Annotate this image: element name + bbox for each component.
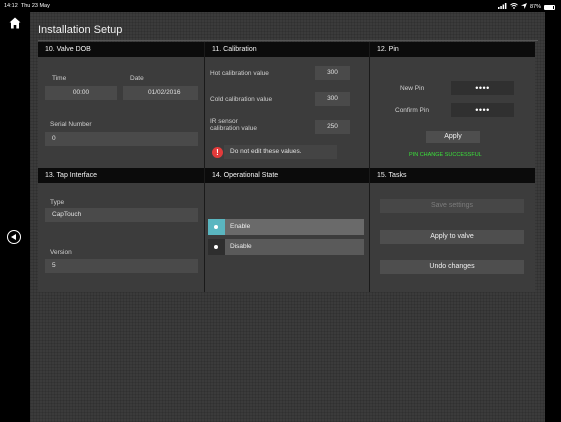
undo-changes-button[interactable]: Undo changes [380, 260, 524, 274]
section-header-pin: 12. Pin [370, 42, 535, 57]
disable-label: Disable [230, 243, 252, 250]
section-header-valve-dob: 10. Valve DOB [38, 42, 204, 57]
status-bar: 14:12 Thu 23 May 87% [0, 0, 561, 12]
serial-number-label: Serial Number [50, 121, 92, 128]
new-pin-label: New Pin [400, 85, 425, 92]
apply-to-valve-button[interactable]: Apply to valve [380, 230, 524, 244]
signal-icon [497, 3, 507, 11]
title-divider [38, 40, 538, 41]
section-header-tasks: 15. Tasks [370, 168, 535, 183]
pin-status-text: PIN CHANGE SUCCESSFUL [409, 152, 482, 158]
back-arrow-icon[interactable] [7, 230, 21, 244]
cold-calibration-label: Cold calibration value [210, 96, 273, 103]
status-time: 14:12 Thu 23 May [4, 3, 50, 9]
page-title: Installation Setup [38, 24, 123, 36]
calibration-warning-text: Do not edit these values. [224, 145, 337, 159]
ir-calibration-field[interactable]: 250 [315, 120, 350, 134]
right-border [545, 12, 561, 422]
cold-calibration-field[interactable]: 300 [315, 92, 350, 106]
home-icon[interactable] [9, 16, 21, 29]
version-field[interactable]: 5 [45, 259, 198, 273]
disable-radio-indicator [208, 239, 225, 255]
location-icon [520, 3, 527, 11]
column-divider [369, 42, 370, 292]
enable-radio-indicator [208, 219, 225, 235]
type-label: Type [50, 199, 65, 206]
enable-label: Enable [230, 223, 251, 230]
warning-icon: ! [212, 147, 223, 158]
hot-calibration-field[interactable]: 300 [315, 66, 350, 80]
section-header-operational-state: 14. Operational State [205, 168, 369, 183]
wifi-icon [510, 3, 518, 11]
status-indicators: 87% [497, 3, 555, 11]
section-header-calibration: 11. Calibration [205, 42, 369, 57]
time-field[interactable]: 00:00 [45, 86, 117, 100]
time-label: Time [52, 75, 67, 82]
battery-percent: 87% [529, 4, 541, 10]
new-pin-field[interactable]: •••• [451, 81, 514, 95]
serial-number-field[interactable]: 0 [45, 132, 198, 146]
confirm-pin-field[interactable]: •••• [451, 103, 514, 117]
column-divider [204, 42, 205, 292]
confirm-pin-label: Confirm Pin [395, 107, 429, 114]
type-field[interactable]: CapTouch [45, 208, 198, 222]
left-sidebar [0, 12, 30, 422]
save-settings-button[interactable]: Save settings [380, 199, 524, 213]
date-field[interactable]: 01/02/2016 [123, 86, 198, 100]
apply-pin-button[interactable]: Apply [426, 131, 480, 143]
ir-calibration-label: IR sensor calibration value [210, 118, 257, 132]
date-label: Date [130, 75, 144, 82]
disable-option[interactable]: Disable [208, 239, 364, 255]
hot-calibration-label: Hot calibration value [210, 70, 269, 77]
section-header-tap-interface: 13. Tap Interface [38, 168, 204, 183]
battery-icon [544, 4, 555, 10]
enable-option[interactable]: Enable [208, 219, 364, 235]
version-label: Version [50, 249, 72, 256]
